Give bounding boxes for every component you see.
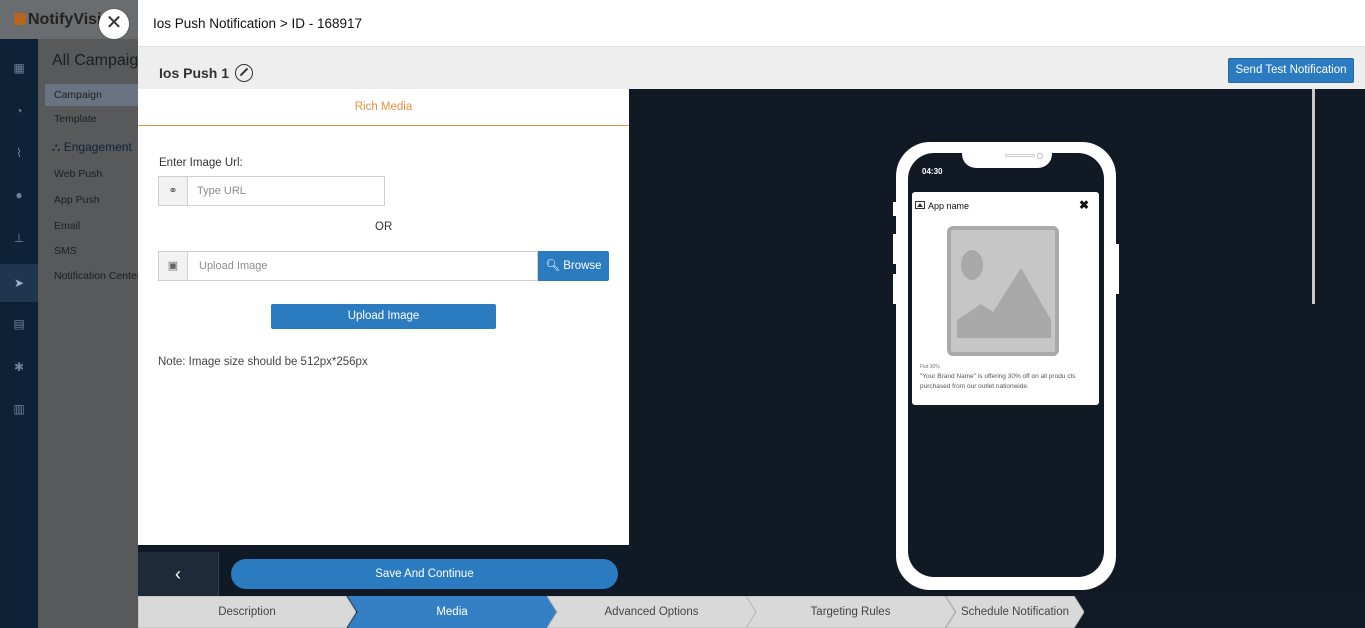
tab-rich-media[interactable]: Rich Media [138,89,629,126]
panel-footer: ‹ Save And Continue [138,545,629,596]
close-modal-button[interactable]: ✕ [99,9,129,39]
app-image-icon [915,201,925,209]
phone-frame: 04:30 App name ✖ Flat 30% "Your Brand Na… [893,142,1119,590]
phone-side-button [1115,244,1119,294]
report-icon[interactable]: ▥ [12,403,26,415]
campaign-sidebar: All Campaign Campaign Template ⛬ Engagem… [38,39,147,628]
users-icon[interactable]: ● [12,189,26,201]
save-and-continue-button[interactable]: Save And Continue [231,559,618,589]
wizard-stepper: Description Media Advanced Options Targe… [138,596,1365,628]
image-placeholder-icon [947,226,1059,356]
notification-app-name: App name [928,201,970,211]
camera-icon [1037,153,1043,159]
status-time: 04:30 [922,167,943,176]
step-targeting-rules[interactable]: Targeting Rules [746,596,955,628]
step-advanced-options[interactable]: Advanced Options [547,596,756,628]
icon-rail: ▦ ◔ ⌇ ● ⊥ ➤ ▤ ✱ ▥ [0,39,38,628]
push-notification-modal: Ios Push Notification > ID - 168917 Ios … [138,0,1365,628]
step-media[interactable]: Media [348,596,556,628]
back-button[interactable]: ‹ [138,552,219,596]
or-separator: OR [375,221,393,233]
sidebar-item-notification-center[interactable]: Notification Center [54,270,140,282]
notification-card: App name ✖ Flat 30% "Your Brand Name" is… [912,192,1099,405]
sidebar-group-engagement[interactable]: ⛬ Engagement [52,140,132,155]
phone-side-button [893,274,897,304]
dashboard-icon[interactable]: ◔ [12,105,26,117]
image-size-note: Note: Image size should be 512px*256px [158,356,368,368]
notification-body: "Your Brand Name" is offering 30% off on… [920,373,1076,390]
phone-screen: 04:30 App name ✖ Flat 30% "Your Brand Na… [908,152,1104,577]
sidebar-group-label: Engagement [63,140,132,154]
edit-icon[interactable] [235,64,254,82]
search-icon: 🔍︎ [545,260,561,272]
image-url-group: ⚭ [158,176,385,206]
image-url-label: Enter Image Url: [159,157,243,169]
sidebar-item-template[interactable]: Template [54,113,97,125]
campaign-send-icon[interactable]: ➤ [0,264,38,302]
step-label: Targeting Rules [810,606,891,618]
browse-button[interactable]: 🔍︎ Browse [538,251,609,281]
analytics-icon[interactable]: ⌇ [12,147,26,159]
document-icon[interactable]: ▤ [12,318,26,330]
logo-text: NotifyVisi [28,11,102,28]
step-label: Media [436,606,468,618]
grid-icon[interactable]: ▦ [12,62,26,74]
step-label: Advanced Options [604,606,699,618]
step-schedule-notification[interactable]: Schedule Notification [946,596,1084,628]
logo-mark-icon [14,13,26,25]
phone-notch [962,152,1052,168]
media-panel: Rich Media Enter Image Url: ⚭ OR ▣ 🔍︎ Br… [138,89,629,545]
phone-side-button [893,234,897,264]
send-test-notification-button[interactable]: Send Test Notification [1228,58,1354,83]
campaign-name: Ios Push 1 [159,65,230,81]
step-label: Description [218,606,276,618]
modal-title: Ios Push Notification > ID - 168917 [153,16,362,31]
browse-label: Browse [563,260,602,272]
settings-icon[interactable]: ✱ [12,361,26,373]
sidebar-item-app-push[interactable]: App Push [54,194,100,206]
step-label: Schedule Notification [960,606,1070,618]
sidebar-item-email[interactable]: Email [54,220,80,232]
campaign-name-row: Ios Push 1 [159,64,254,82]
image-url-input[interactable] [197,177,377,205]
sidebar-item-web-push[interactable]: Web Push [54,168,102,180]
device-preview: 04:30 App name ✖ Flat 30% "Your Brand Na… [629,89,1365,596]
notification-subtitle: Flat 30% [920,364,940,370]
hierarchy-icon[interactable]: ⊥ [12,232,26,244]
modal-header: Ios Push Notification > ID - 168917 [138,0,1365,47]
link-icon: ⚭ [159,177,188,205]
placeholder-mountain [957,268,1051,338]
image-icon: ▣ [159,252,188,280]
upload-image-group: ▣ [158,251,538,281]
step-description[interactable]: Description [138,596,356,628]
section-title: All Campaign [52,52,148,69]
sitemap-icon: ⛬ [52,140,61,154]
close-icon: ✖ [1079,198,1090,212]
phone-side-button [893,202,897,216]
upload-image-input[interactable] [199,252,529,280]
speaker-icon [1005,154,1035,157]
preview-scrollbar[interactable] [1312,89,1315,304]
sidebar-item-sms[interactable]: SMS [54,245,77,257]
upload-image-button[interactable]: Upload Image [271,304,496,329]
app-logo: NotifyVisi [14,11,102,29]
sidebar-item-campaign[interactable]: Campaign [45,84,140,106]
